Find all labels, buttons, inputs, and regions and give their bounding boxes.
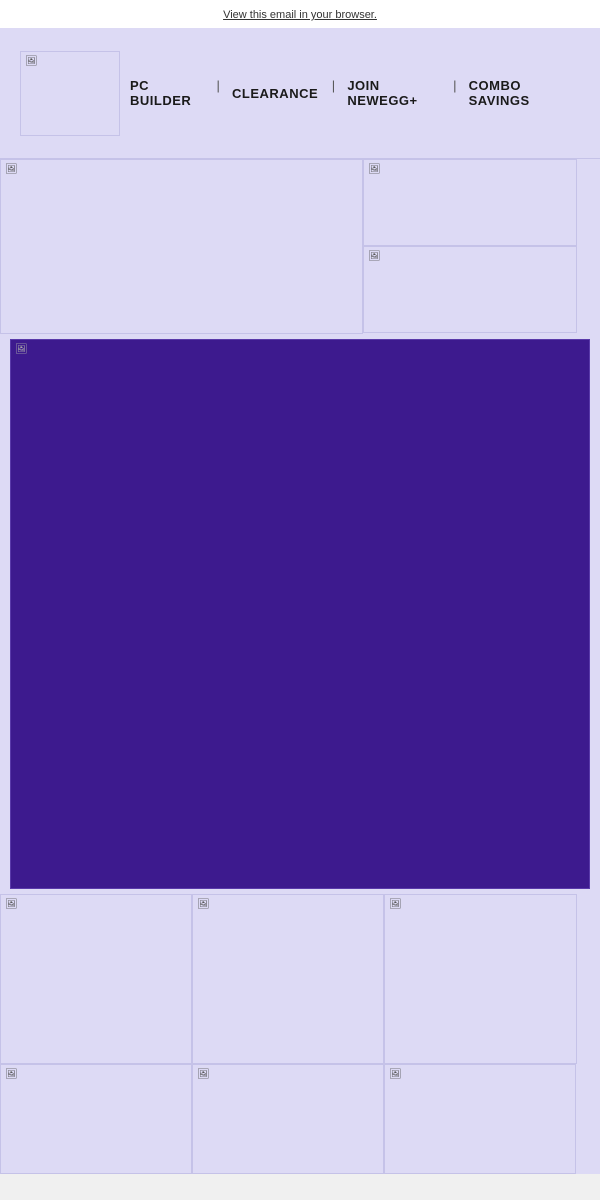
- purple-banner[interactable]: 🖼: [10, 339, 590, 889]
- nav-item-clearance[interactable]: CLEARANCE: [222, 86, 328, 101]
- header-nav: PC BUILDER | CLEARANCE | JOIN NEWEGG+ | …: [120, 78, 580, 108]
- product-1-broken-icon: 🖼: [5, 899, 19, 913]
- hero-bottom-right-image[interactable]: 🖼: [363, 246, 577, 333]
- product-cell-4[interactable]: 🖼: [0, 1064, 192, 1174]
- product-cell-6[interactable]: 🖼: [384, 1064, 576, 1174]
- product-cell-1[interactable]: 🖼: [0, 894, 192, 1064]
- product-grid-row1: 🖼 🖼 🖼: [0, 894, 600, 1064]
- purple-banner-broken-icon: 🖼: [15, 344, 29, 358]
- hero-top-right-broken-icon: 🖼: [368, 164, 382, 178]
- product-3-broken-icon: 🖼: [389, 899, 403, 913]
- top-bar: View this email in your browser.: [0, 0, 600, 28]
- product-grid-row2: 🖼 🖼 🖼: [0, 1064, 600, 1174]
- product-cell-2[interactable]: 🖼: [192, 894, 384, 1064]
- hero-main-image[interactable]: 🖼: [0, 159, 363, 334]
- hero-section: 🖼 🖼 🖼: [0, 158, 600, 334]
- hero-main-broken-icon: 🖼: [5, 164, 19, 178]
- view-in-browser-link[interactable]: View this email in your browser.: [223, 9, 377, 21]
- nav-item-pc-builder[interactable]: PC BUILDER: [120, 78, 213, 108]
- product-5-broken-icon: 🖼: [197, 1069, 211, 1083]
- product-cell-3[interactable]: 🖼: [384, 894, 577, 1064]
- email-header: 🖼 PC BUILDER | CLEARANCE | JOIN NEWEGG+ …: [0, 28, 600, 158]
- product-6-broken-icon: 🖼: [389, 1069, 403, 1083]
- purple-banner-wrapper: 🖼: [0, 334, 600, 894]
- logo-container: 🖼: [20, 51, 120, 136]
- product-cell-5[interactable]: 🖼: [192, 1064, 384, 1174]
- nav-item-combo-savings[interactable]: COMBO SAVINGS: [459, 78, 580, 108]
- hero-right-col: 🖼 🖼: [363, 159, 577, 334]
- product-2-broken-icon: 🖼: [197, 899, 211, 913]
- hero-top-right-image[interactable]: 🖼: [363, 159, 577, 246]
- nav-sep-2: |: [328, 78, 337, 108]
- logo-broken-icon: 🖼: [25, 56, 39, 70]
- product-4-broken-icon: 🖼: [5, 1069, 19, 1083]
- email-wrapper: View this email in your browser. 🖼 PC BU…: [0, 0, 600, 1174]
- nav-item-join-newegg[interactable]: JOIN NEWEGG+: [337, 78, 449, 108]
- nav-sep-1: |: [213, 78, 222, 108]
- hero-bottom-right-broken-icon: 🖼: [368, 251, 382, 265]
- nav-sep-3: |: [449, 78, 458, 108]
